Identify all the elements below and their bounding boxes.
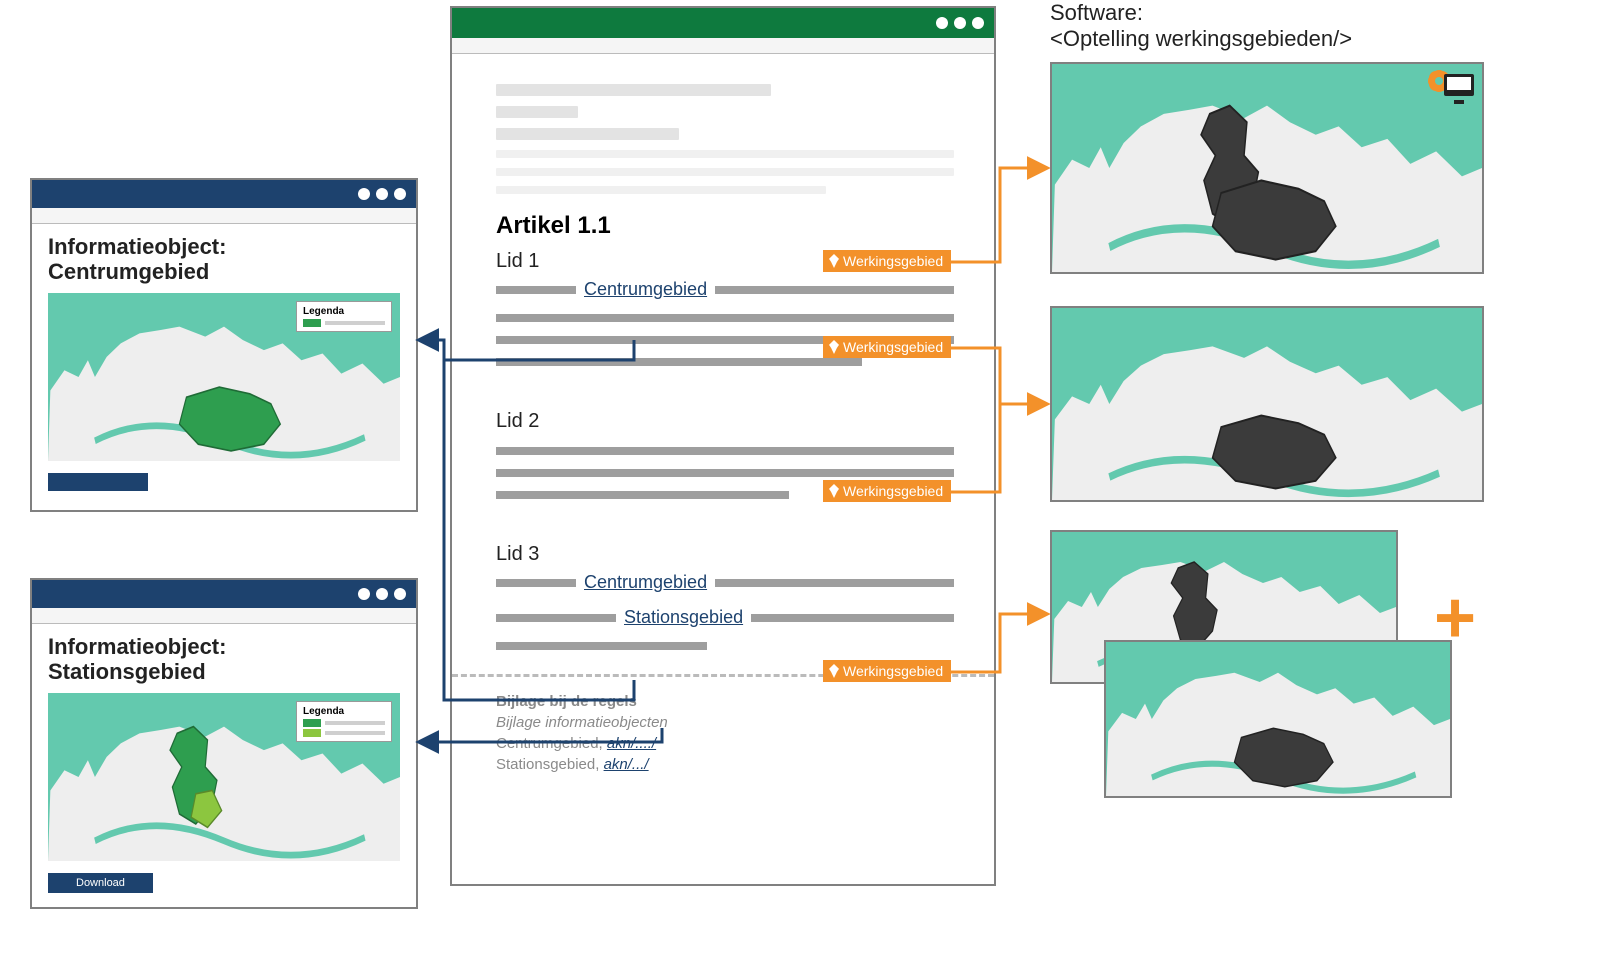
plus-symbol: + <box>1434 582 1476 654</box>
map-centrum-area <box>1050 306 1484 502</box>
document-window: Artikel 1.1 Lid 1 Centrumgebied Lid 2 Li… <box>450 6 996 886</box>
lid1-first-line: Centrumgebied <box>496 279 954 300</box>
akn-link[interactable]: akn/.../ <box>604 756 649 773</box>
window-control-dot[interactable] <box>972 17 984 29</box>
lid3-line-station: Stationsgebied <box>496 607 954 628</box>
info-object-title: Informatieobject: Stationsgebied <box>48 634 400 685</box>
window-control-dot[interactable] <box>376 588 388 600</box>
map-pin-icon <box>829 254 839 268</box>
software-heading: Software: <Optelling werkingsgebieden/> <box>1050 0 1490 59</box>
legend-title: Legenda <box>303 706 385 717</box>
werkingsgebied-tag-lid1[interactable]: Werkingsgebied <box>823 336 951 358</box>
bijlage-block: Bijlage bij de regels Bijlage informatie… <box>496 691 954 775</box>
window-control-dot[interactable] <box>394 588 406 600</box>
info-object-station-window: Informatieobject: Stationsgebied Legenda… <box>30 578 418 909</box>
link-centrumgebied[interactable]: Centrumgebied <box>582 279 709 300</box>
processing-icon <box>1430 72 1474 100</box>
address-bar <box>452 38 994 54</box>
map-centrum-small <box>1104 640 1452 798</box>
lid2-title: Lid 2 <box>496 410 954 433</box>
station-map: Legenda <box>48 693 400 861</box>
legend: Legenda <box>296 301 392 332</box>
link-stationsgebied[interactable]: Stationsgebied <box>622 607 745 628</box>
legend: Legenda <box>296 701 392 742</box>
titlebar <box>32 180 416 208</box>
download-button[interactable] <box>48 473 148 491</box>
window-control-dot[interactable] <box>376 188 388 200</box>
link-centrumgebied[interactable]: Centrumgebied <box>582 572 709 593</box>
article-title: Artikel 1.1 <box>496 212 954 240</box>
window-control-dot[interactable] <box>394 188 406 200</box>
window-control-dot[interactable] <box>358 588 370 600</box>
map-pin-icon <box>829 664 839 678</box>
download-button[interactable]: Download <box>48 873 153 893</box>
lid3-line-centrum: Centrumgebied <box>496 572 954 593</box>
bijlage-subheading: Bijlage informatieobjecten <box>496 712 954 733</box>
info-object-centrum-window: Informatieobject: Centrumgebied Legenda <box>30 178 418 512</box>
lid3-title: Lid 3 <box>496 543 954 566</box>
address-bar <box>32 208 416 224</box>
bijlage-heading: Bijlage bij de regels <box>496 691 954 712</box>
werkingsgebied-tag-lid3[interactable]: Werkingsgebied <box>823 660 951 682</box>
centrum-map: Legenda <box>48 293 400 461</box>
map-pin-icon <box>829 484 839 498</box>
map-all-areas <box>1050 62 1484 274</box>
werkingsgebied-tag-lid2[interactable]: Werkingsgebied <box>823 480 951 502</box>
legend-title: Legenda <box>303 306 385 317</box>
info-object-title: Informatieobject: Centrumgebied <box>48 234 400 285</box>
akn-link[interactable]: akn/..../ <box>607 735 656 752</box>
window-control-dot[interactable] <box>936 17 948 29</box>
bijlage-row-centrum: Centrumgebied, akn/..../ <box>496 733 954 754</box>
window-control-dot[interactable] <box>358 188 370 200</box>
bijlage-row-station: Stationsgebied, akn/.../ <box>496 754 954 775</box>
titlebar <box>452 8 994 38</box>
window-control-dot[interactable] <box>954 17 966 29</box>
werkingsgebied-tag-article[interactable]: Werkingsgebied <box>823 250 951 272</box>
address-bar <box>32 608 416 624</box>
titlebar <box>32 580 416 608</box>
map-pin-icon <box>829 340 839 354</box>
